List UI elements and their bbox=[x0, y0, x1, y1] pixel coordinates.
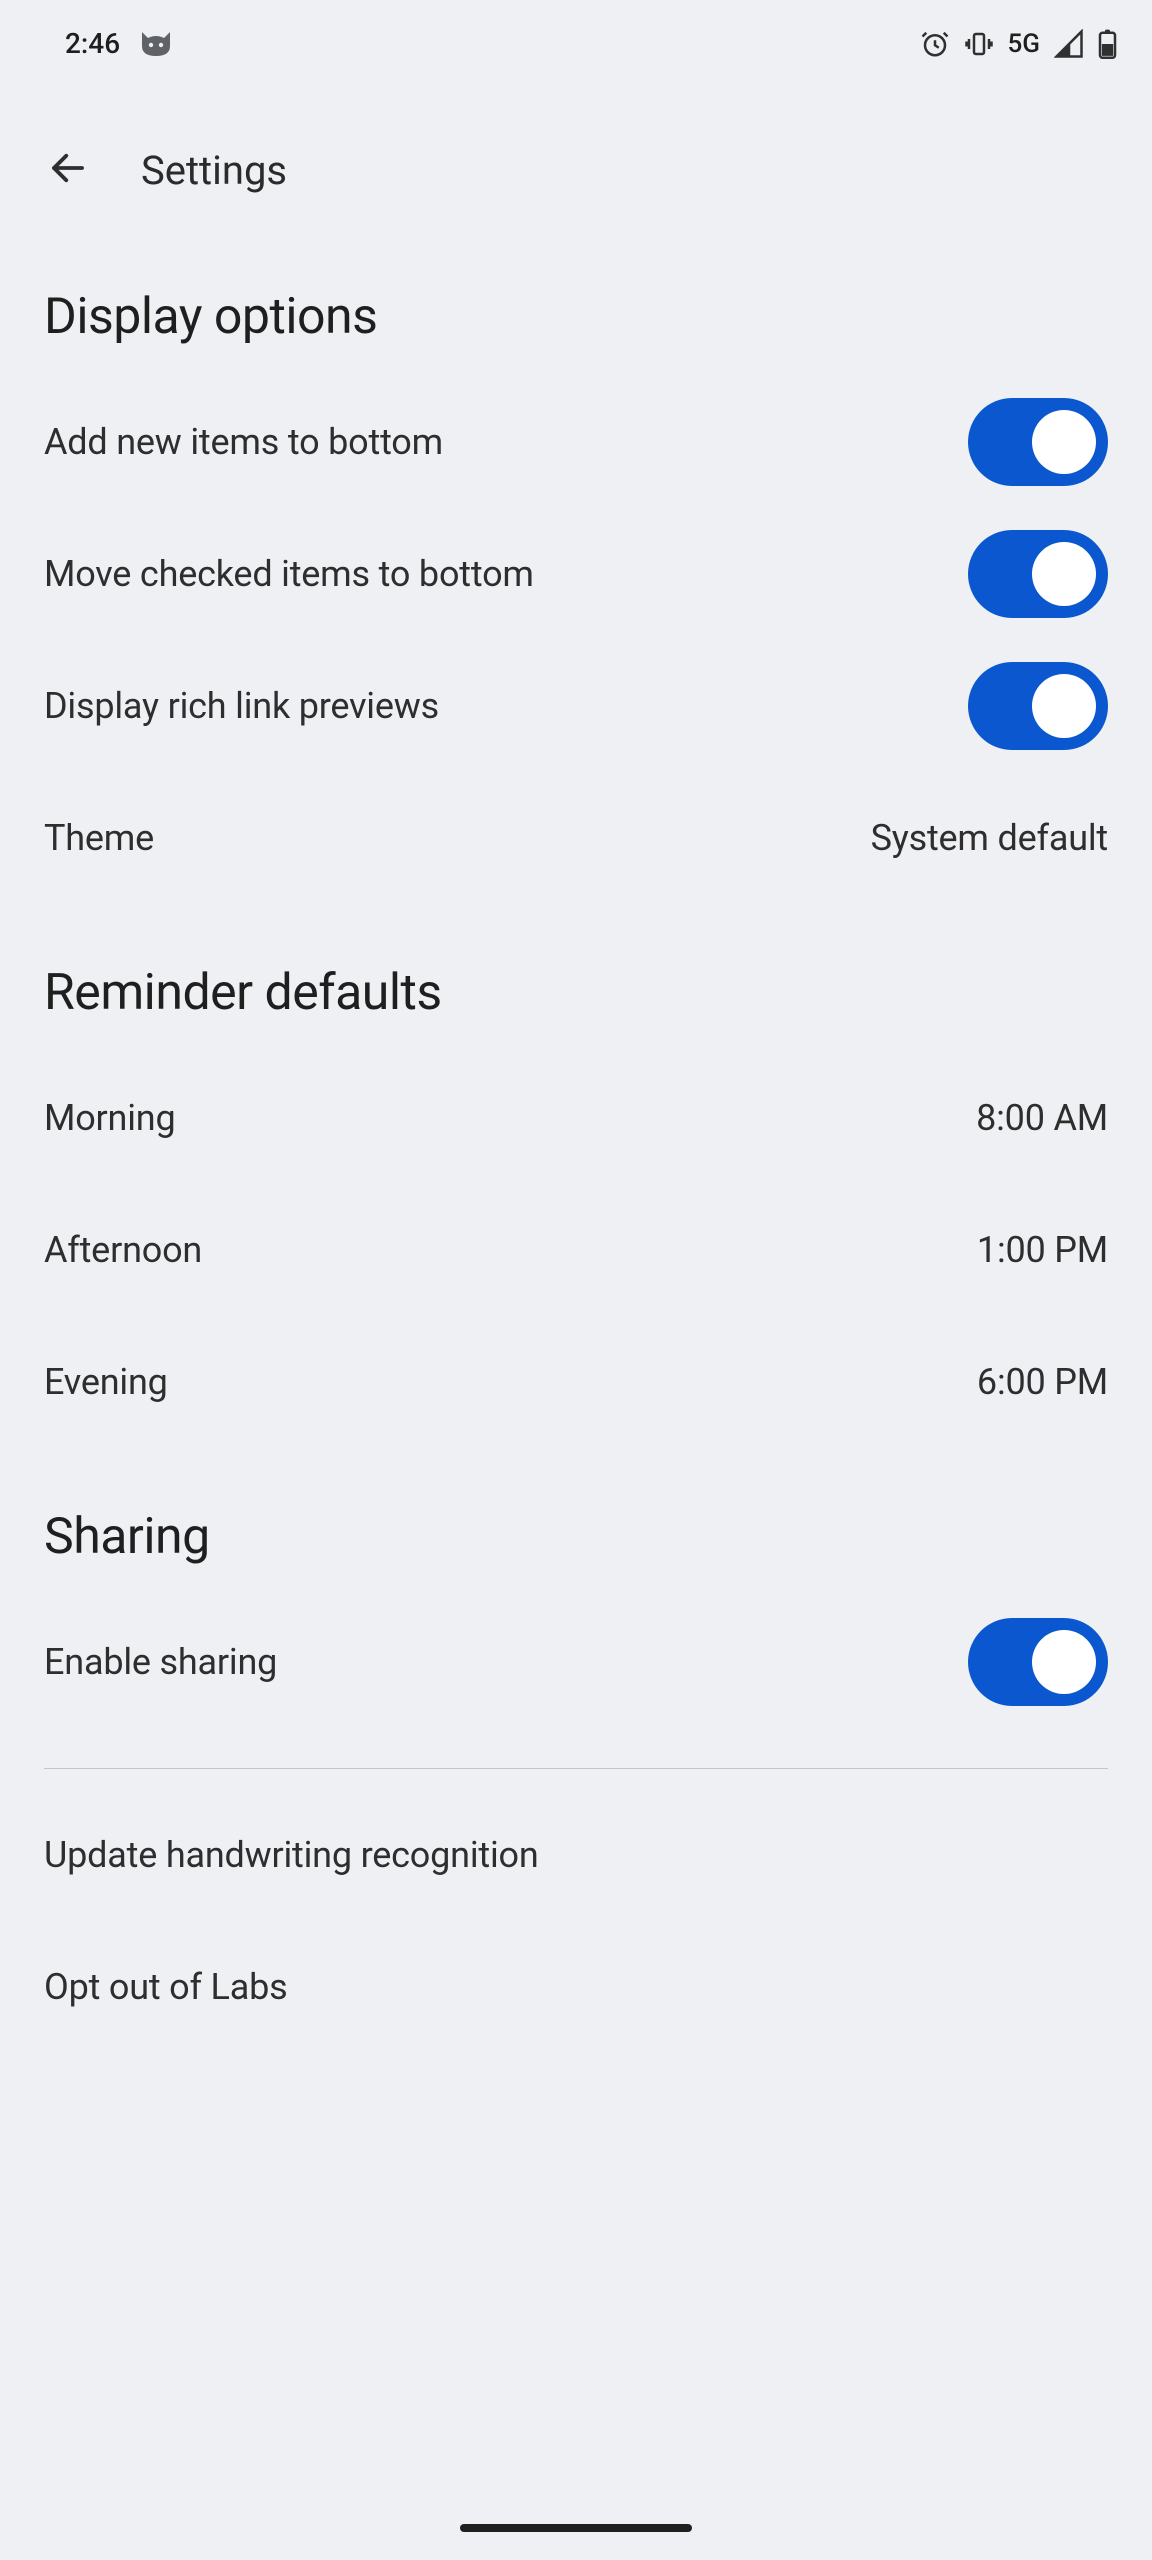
move-checked-label: Move checked items to bottom bbox=[44, 553, 534, 595]
rich-links-label: Display rich link previews bbox=[44, 685, 439, 727]
section-sharing: Sharing bbox=[44, 1448, 1108, 1596]
labs-label: Opt out of Labs bbox=[44, 1966, 288, 2008]
afternoon-value: 1:00 PM bbox=[977, 1229, 1108, 1271]
back-button[interactable] bbox=[40, 142, 96, 198]
add-new-items-label: Add new items to bottom bbox=[44, 421, 443, 463]
status-bar: 2:46 5G bbox=[0, 0, 1152, 52]
theme-value: System default bbox=[871, 817, 1108, 859]
toggle-add-new-items[interactable] bbox=[968, 398, 1108, 486]
morning-label: Morning bbox=[44, 1097, 176, 1139]
row-move-checked[interactable]: Move checked items to bottom bbox=[44, 508, 1108, 640]
row-afternoon[interactable]: Afternoon 1:00 PM bbox=[44, 1184, 1108, 1316]
arrow-left-icon bbox=[47, 147, 89, 193]
evening-label: Evening bbox=[44, 1361, 168, 1403]
divider bbox=[44, 1768, 1108, 1769]
evening-value: 6:00 PM bbox=[977, 1361, 1108, 1403]
page-title: Settings bbox=[141, 147, 287, 194]
row-handwriting[interactable]: Update handwriting recognition bbox=[44, 1789, 1108, 1921]
settings-content: Display options Add new items to bottom … bbox=[0, 228, 1152, 2560]
toggle-rich-links[interactable] bbox=[968, 662, 1108, 750]
morning-value: 8:00 AM bbox=[976, 1097, 1108, 1139]
section-display-options: Display options bbox=[44, 228, 1108, 376]
section-reminder-defaults: Reminder defaults bbox=[44, 904, 1108, 1052]
afternoon-label: Afternoon bbox=[44, 1229, 202, 1271]
row-theme[interactable]: Theme System default bbox=[44, 772, 1108, 904]
toggle-move-checked[interactable] bbox=[968, 530, 1108, 618]
handwriting-label: Update handwriting recognition bbox=[44, 1834, 539, 1876]
row-enable-sharing[interactable]: Enable sharing bbox=[44, 1596, 1108, 1728]
row-labs[interactable]: Opt out of Labs bbox=[44, 1921, 1108, 2053]
home-indicator[interactable] bbox=[460, 2524, 692, 2532]
row-evening[interactable]: Evening 6:00 PM bbox=[44, 1316, 1108, 1448]
row-rich-links[interactable]: Display rich link previews bbox=[44, 640, 1108, 772]
theme-label: Theme bbox=[44, 817, 154, 859]
toggle-enable-sharing[interactable] bbox=[968, 1618, 1108, 1706]
app-bar: Settings bbox=[0, 52, 1152, 228]
row-add-new-items[interactable]: Add new items to bottom bbox=[44, 376, 1108, 508]
enable-sharing-label: Enable sharing bbox=[44, 1641, 277, 1683]
row-morning[interactable]: Morning 8:00 AM bbox=[44, 1052, 1108, 1184]
